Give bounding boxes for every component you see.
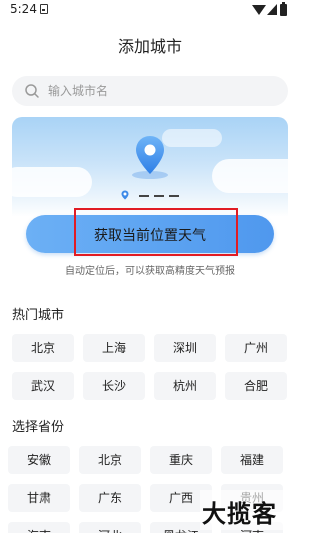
watermark: 大揽客 xyxy=(200,490,300,530)
hot-city-chip[interactable]: 长沙 xyxy=(83,372,145,400)
provinces-title: 选择省份 xyxy=(12,420,65,435)
hot-city-chip[interactable]: 北京 xyxy=(12,334,74,362)
province-chip[interactable]: 广东 xyxy=(79,484,141,512)
hot-city-chip[interactable]: 武汉 xyxy=(12,372,74,400)
cloud-decoration xyxy=(212,159,288,193)
indicator-dash xyxy=(139,195,149,197)
hot-city-chip[interactable]: 合肥 xyxy=(225,372,287,400)
province-chip[interactable]: 重庆 xyxy=(150,446,212,474)
province-chip[interactable]: 安徽 xyxy=(8,446,70,474)
get-location-weather-button[interactable]: 获取当前位置天气 xyxy=(26,215,274,253)
status-time: 5:24 xyxy=(10,2,37,16)
hot-city-chip[interactable]: 杭州 xyxy=(154,372,216,400)
signal-icon xyxy=(267,4,277,15)
search-input[interactable] xyxy=(48,81,273,101)
sim-card-icon xyxy=(40,4,48,14)
page-title: 添加城市 xyxy=(117,37,182,56)
location-dot-icon xyxy=(121,190,129,200)
get-location-weather-label: 获取当前位置天气 xyxy=(94,227,206,243)
cloud-decoration xyxy=(162,129,222,147)
page-indicator xyxy=(121,190,181,200)
province-chip[interactable]: 海南 xyxy=(8,522,70,533)
province-chip[interactable]: 福建 xyxy=(221,446,283,474)
search-icon xyxy=(25,84,39,98)
hot-city-chip[interactable]: 深圳 xyxy=(154,334,216,362)
search-bar[interactable] xyxy=(12,76,288,106)
location-banner xyxy=(12,117,288,217)
indicator-dash xyxy=(154,195,164,197)
province-chip[interactable]: 北京 xyxy=(79,446,141,474)
watermark-text: 大揽客 xyxy=(202,500,277,528)
hot-city-chip[interactable]: 上海 xyxy=(83,334,145,362)
battery-icon xyxy=(280,2,287,16)
status-indicators xyxy=(250,2,290,17)
location-pin-icon xyxy=(136,136,164,174)
indicator-dash xyxy=(169,195,179,197)
province-chip[interactable]: 河北 xyxy=(79,522,141,533)
hot-cities-title: 热门城市 xyxy=(12,308,65,323)
status-bar: 5:24 xyxy=(0,0,300,20)
location-hint: 自动定位后，可以获取高精度天气预报 xyxy=(65,266,235,277)
hot-city-chip[interactable]: 广州 xyxy=(225,334,287,362)
cloud-decoration xyxy=(12,167,92,197)
province-chip[interactable]: 甘肃 xyxy=(8,484,70,512)
wifi-icon xyxy=(252,5,266,15)
